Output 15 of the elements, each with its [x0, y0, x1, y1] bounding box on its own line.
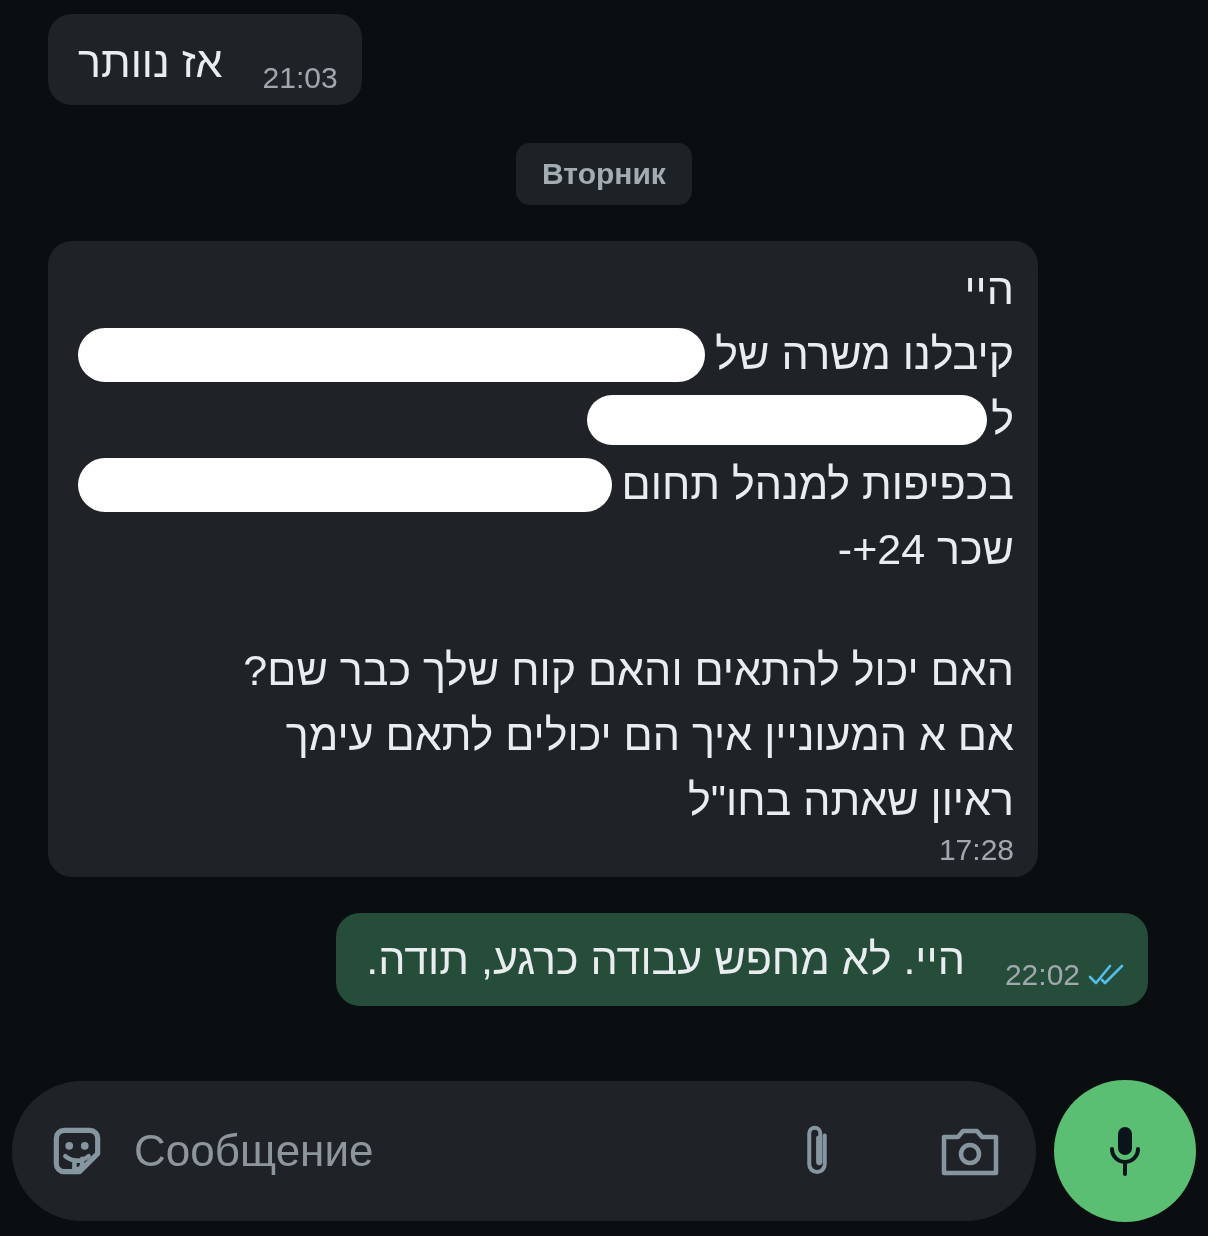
- message-time: 22:02: [1004, 958, 1080, 992]
- message-text: קיבלנו משרה של: [715, 329, 1014, 380]
- message-text: ראיון שאתה בחו"ל: [688, 775, 1014, 826]
- message-text: בכפיפות למנהל תחום: [621, 459, 1014, 510]
- message-text: שכר 24+-: [837, 524, 1014, 575]
- message-time: 21:03: [262, 61, 338, 95]
- message-time: 17:28: [938, 833, 1014, 867]
- message-text: אם א המעוניין איך הם יכולים לתאם עימך: [285, 710, 1014, 761]
- message-input[interactable]: Сообщение: [132, 1125, 776, 1177]
- message-text: אז נוותר: [78, 37, 223, 88]
- message-text: ל: [991, 394, 1014, 445]
- message-text: היי: [964, 264, 1014, 315]
- message-text: היי. לא מחפש עבודה כרגע, תודה.: [366, 934, 965, 985]
- date-chip: Вторник: [516, 143, 692, 205]
- message-text: האם יכול להתאים והאם קוח שלך כבר שם?: [243, 645, 1014, 696]
